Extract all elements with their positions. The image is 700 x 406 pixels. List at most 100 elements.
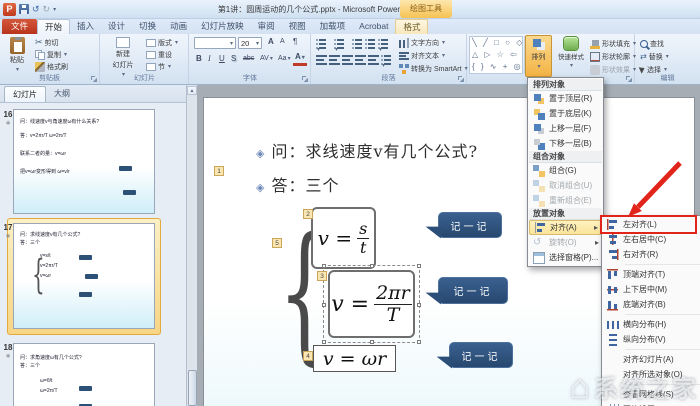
selection-handle[interactable] bbox=[370, 264, 374, 268]
save-icon[interactable] bbox=[19, 4, 29, 14]
font-color-button[interactable]: A bbox=[293, 52, 307, 66]
numbered-tag[interactable]: 5 bbox=[272, 238, 282, 248]
tab-outline[interactable]: 大纲 bbox=[46, 86, 78, 102]
tab-view[interactable]: 视图 bbox=[282, 19, 313, 34]
quick-styles-button[interactable]: 快速样式 bbox=[555, 35, 587, 69]
grow-font-button[interactable]: A bbox=[266, 35, 276, 48]
submenu-item-align-right[interactable]: 右对齐(R) bbox=[603, 247, 700, 262]
submenu-item-view-gridlines[interactable]: 查看网格线(S) bbox=[603, 387, 700, 402]
shrink-font-button[interactable]: A bbox=[278, 35, 287, 48]
tab-slides-thumbnails[interactable]: 幻灯片 bbox=[4, 86, 46, 102]
align-right-button[interactable] bbox=[342, 54, 353, 65]
align-left-button[interactable] bbox=[316, 54, 327, 65]
cut-button[interactable]: 剪切 bbox=[35, 37, 59, 48]
numbered-tag[interactable]: 3 bbox=[317, 271, 327, 281]
align-text-button[interactable]: 对齐文本 bbox=[399, 50, 445, 61]
shape-outline-button[interactable]: 形状轮廓 bbox=[590, 51, 636, 62]
menu-item-bring-to-front[interactable]: 置于顶层(R) bbox=[529, 91, 602, 106]
text-direction-button[interactable]: 文字方向 bbox=[399, 37, 445, 48]
tab-addins[interactable]: 加载项 bbox=[313, 19, 353, 34]
formula-box-v-2pirT[interactable]: v = 2πr T bbox=[328, 270, 415, 338]
distribute-text-button[interactable] bbox=[368, 54, 379, 65]
numbered-tag[interactable]: 2 bbox=[303, 209, 313, 219]
formula-box-v-st[interactable]: v = st bbox=[311, 207, 376, 269]
submenu-item-align-selected-objects[interactable]: 对齐所选对象(O) bbox=[603, 367, 700, 382]
layout-button[interactable]: 版式 bbox=[146, 37, 178, 48]
menu-item-send-to-back[interactable]: 置于底层(K) bbox=[529, 106, 602, 121]
justify-button[interactable] bbox=[355, 54, 366, 65]
increase-indent-button[interactable] bbox=[365, 38, 376, 49]
replace-button[interactable]: 替换 bbox=[640, 51, 669, 62]
menu-item-send-backward[interactable]: 下移一层(B) bbox=[529, 136, 602, 151]
character-spacing-button[interactable]: AV bbox=[258, 52, 275, 66]
format-painter-button[interactable]: 格式刷 bbox=[35, 61, 68, 72]
decrease-indent-button[interactable] bbox=[352, 38, 363, 49]
shape-effects-button[interactable]: 形状效果 bbox=[590, 64, 636, 75]
line-spacing-button[interactable] bbox=[378, 38, 389, 49]
slide-question-text[interactable]: ◈ 问：求线速度v有几个公式? bbox=[256, 138, 478, 162]
underline-button[interactable]: U bbox=[217, 52, 227, 65]
menu-item-bring-forward[interactable]: 上移一层(F) bbox=[529, 121, 602, 136]
undo-icon[interactable]: ↺ bbox=[32, 4, 40, 14]
shapes-gallery[interactable]: ╲ ╱ □ ○ ◇ △ ▷ ☆ ⇦ ⇨ { } ∿ + ◎ bbox=[469, 36, 523, 74]
selection-handle[interactable] bbox=[370, 340, 374, 344]
convert-smartart-button[interactable]: 转换为 SmartArt bbox=[399, 63, 468, 74]
text-shadow-button[interactable]: S bbox=[229, 52, 238, 65]
menu-item-align[interactable]: 对齐(A) bbox=[529, 220, 602, 235]
submenu-item-distribute-vertically[interactable]: 纵向分布(V) bbox=[603, 332, 700, 347]
numbering-button[interactable] bbox=[334, 38, 345, 49]
submenu-item-align-to-slide[interactable]: 对齐幻灯片(A) bbox=[603, 352, 700, 367]
tab-file[interactable]: 文件 bbox=[2, 19, 38, 34]
memo-bubble[interactable]: 记一记 bbox=[424, 277, 508, 305]
paste-button[interactable]: 粘贴 bbox=[3, 35, 31, 73]
arrange-button[interactable]: 排列 bbox=[525, 35, 552, 77]
clipboard-dialog-launcher[interactable] bbox=[91, 76, 97, 82]
slide-thumbnail-18[interactable]: 问：求角速度ω有几个公式? 答：三个 ω=θ/t ω=2π/T bbox=[13, 343, 155, 406]
tab-insert[interactable]: 插入 bbox=[70, 19, 101, 34]
selection-handle[interactable] bbox=[417, 340, 421, 344]
font-name-combo[interactable] bbox=[194, 37, 236, 49]
strikethrough-button[interactable]: abc bbox=[241, 52, 256, 65]
formula-box-v-wr[interactable]: v = ωr bbox=[313, 345, 396, 372]
powerpoint-app-icon[interactable]: P bbox=[3, 2, 16, 16]
tab-home[interactable]: 开始 bbox=[37, 19, 71, 34]
bold-button[interactable]: B bbox=[194, 52, 204, 65]
columns-button[interactable] bbox=[381, 54, 392, 65]
scrollbar-thumb[interactable] bbox=[188, 370, 197, 406]
selection-handle[interactable] bbox=[322, 303, 326, 307]
submenu-item-align-top[interactable]: 顶端对齐(T) bbox=[603, 267, 700, 282]
section-button[interactable]: 节 bbox=[146, 61, 171, 72]
font-size-combo[interactable]: 20 bbox=[238, 37, 262, 49]
selection-handle[interactable] bbox=[417, 264, 421, 268]
slide-answer-text[interactable]: ◈ 答：三个 bbox=[256, 172, 339, 196]
submenu-item-align-center[interactable]: 左右居中(C) bbox=[603, 232, 700, 247]
redo-icon[interactable]: ↻ bbox=[43, 4, 51, 14]
panel-scrollbar[interactable]: ▲ bbox=[186, 85, 197, 406]
italic-button[interactable]: I bbox=[206, 52, 213, 65]
slide-thumbnail-16[interactable]: 问：线速度v与角速度ω有什么关系? 答：v=2πr/T ω=2π/T 联系二者的… bbox=[13, 109, 155, 214]
submenu-item-grid-settings[interactable]: 网格设置(G)... bbox=[603, 402, 700, 406]
find-button[interactable]: 查找 bbox=[640, 38, 664, 49]
menu-item-selection-pane[interactable]: 选择窗格(P)... bbox=[529, 250, 602, 265]
align-center-button[interactable] bbox=[329, 54, 340, 65]
selection-handle[interactable] bbox=[417, 303, 421, 307]
tab-acrobat[interactable]: Acrobat bbox=[352, 19, 395, 34]
reset-button[interactable]: 重设 bbox=[146, 49, 172, 60]
phonetic-guide-button[interactable]: ¶ bbox=[291, 35, 299, 48]
bullets-button[interactable] bbox=[316, 38, 327, 49]
tab-design[interactable]: 设计 bbox=[101, 19, 132, 34]
submenu-item-align-bottom[interactable]: 底端对齐(B) bbox=[603, 297, 700, 312]
copy-button[interactable]: 复制 bbox=[35, 49, 67, 60]
selection-handle[interactable] bbox=[322, 264, 326, 268]
slide-thumbnail-17[interactable]: 问：求线速度v有几个公式? 答：三个 { v=s/t v=2πr/T v=ωr bbox=[13, 223, 155, 329]
drawing-dialog-launcher[interactable] bbox=[626, 76, 632, 82]
memo-bubble[interactable]: 记一记 bbox=[435, 342, 513, 369]
scroll-up-icon[interactable]: ▲ bbox=[187, 86, 197, 95]
menu-item-group[interactable]: 组合(G) bbox=[529, 163, 602, 178]
submenu-item-distribute-horizontally[interactable]: 横向分布(H) bbox=[603, 317, 700, 332]
numbered-tag[interactable]: 1 bbox=[214, 166, 224, 176]
tab-slideshow[interactable]: 幻灯片放映 bbox=[194, 19, 251, 34]
shape-fill-button[interactable]: 形状填充 bbox=[590, 38, 636, 49]
paragraph-dialog-launcher[interactable] bbox=[458, 76, 464, 82]
tab-format[interactable]: 格式 bbox=[395, 19, 429, 34]
